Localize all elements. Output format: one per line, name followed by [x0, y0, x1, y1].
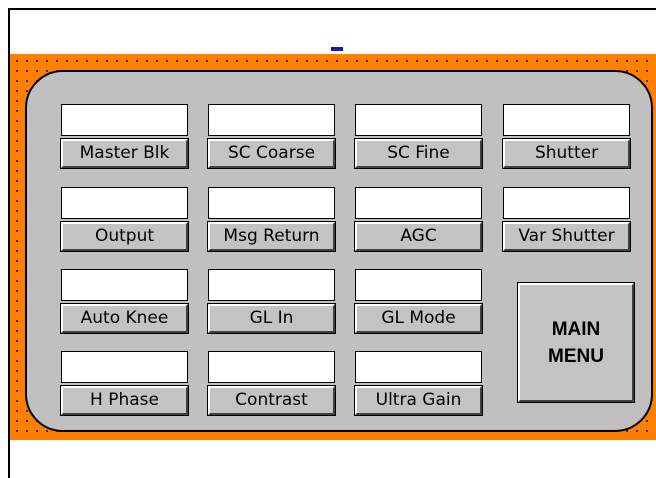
gl-mode-display — [355, 269, 482, 301]
window-top-border — [9, 8, 656, 10]
sc-fine-display — [355, 104, 482, 136]
gl-mode-button[interactable]: GL Mode — [354, 303, 483, 334]
contrast-display — [208, 351, 335, 383]
auto-knee-button[interactable]: Auto Knee — [60, 303, 189, 334]
master-blk-display — [61, 104, 188, 136]
main-menu-label-line1: MAIN — [551, 318, 601, 340]
ultra-gain-button[interactable]: Ultra Gain — [354, 385, 483, 416]
agc-display — [355, 187, 482, 219]
msg-return-display — [208, 187, 335, 219]
master-blk-button[interactable]: Master Blk — [60, 138, 189, 169]
sc-coarse-button[interactable]: SC Coarse — [207, 138, 336, 169]
sc-coarse-display — [208, 104, 335, 136]
auto-knee-display — [61, 269, 188, 301]
ultra-gain-display — [355, 351, 482, 383]
h-phase-display — [61, 351, 188, 383]
top-marker — [331, 47, 343, 51]
var-shutter-display — [503, 187, 630, 219]
sc-fine-button[interactable]: SC Fine — [354, 138, 483, 169]
agc-button[interactable]: AGC — [354, 221, 483, 252]
h-phase-button[interactable]: H Phase — [60, 385, 189, 416]
msg-return-button[interactable]: Msg Return — [207, 221, 336, 252]
shutter-button[interactable]: Shutter — [502, 138, 631, 169]
contrast-button[interactable]: Contrast — [207, 385, 336, 416]
gl-in-button[interactable]: GL In — [207, 303, 336, 334]
output-display — [61, 187, 188, 219]
main-menu-label-line2: MENU — [548, 345, 604, 367]
var-shutter-button[interactable]: Var Shutter — [502, 221, 631, 252]
output-button[interactable]: Output — [60, 221, 189, 252]
gl-in-display — [208, 269, 335, 301]
shutter-display — [503, 104, 630, 136]
main-menu-button[interactable]: MAIN MENU — [517, 282, 635, 403]
